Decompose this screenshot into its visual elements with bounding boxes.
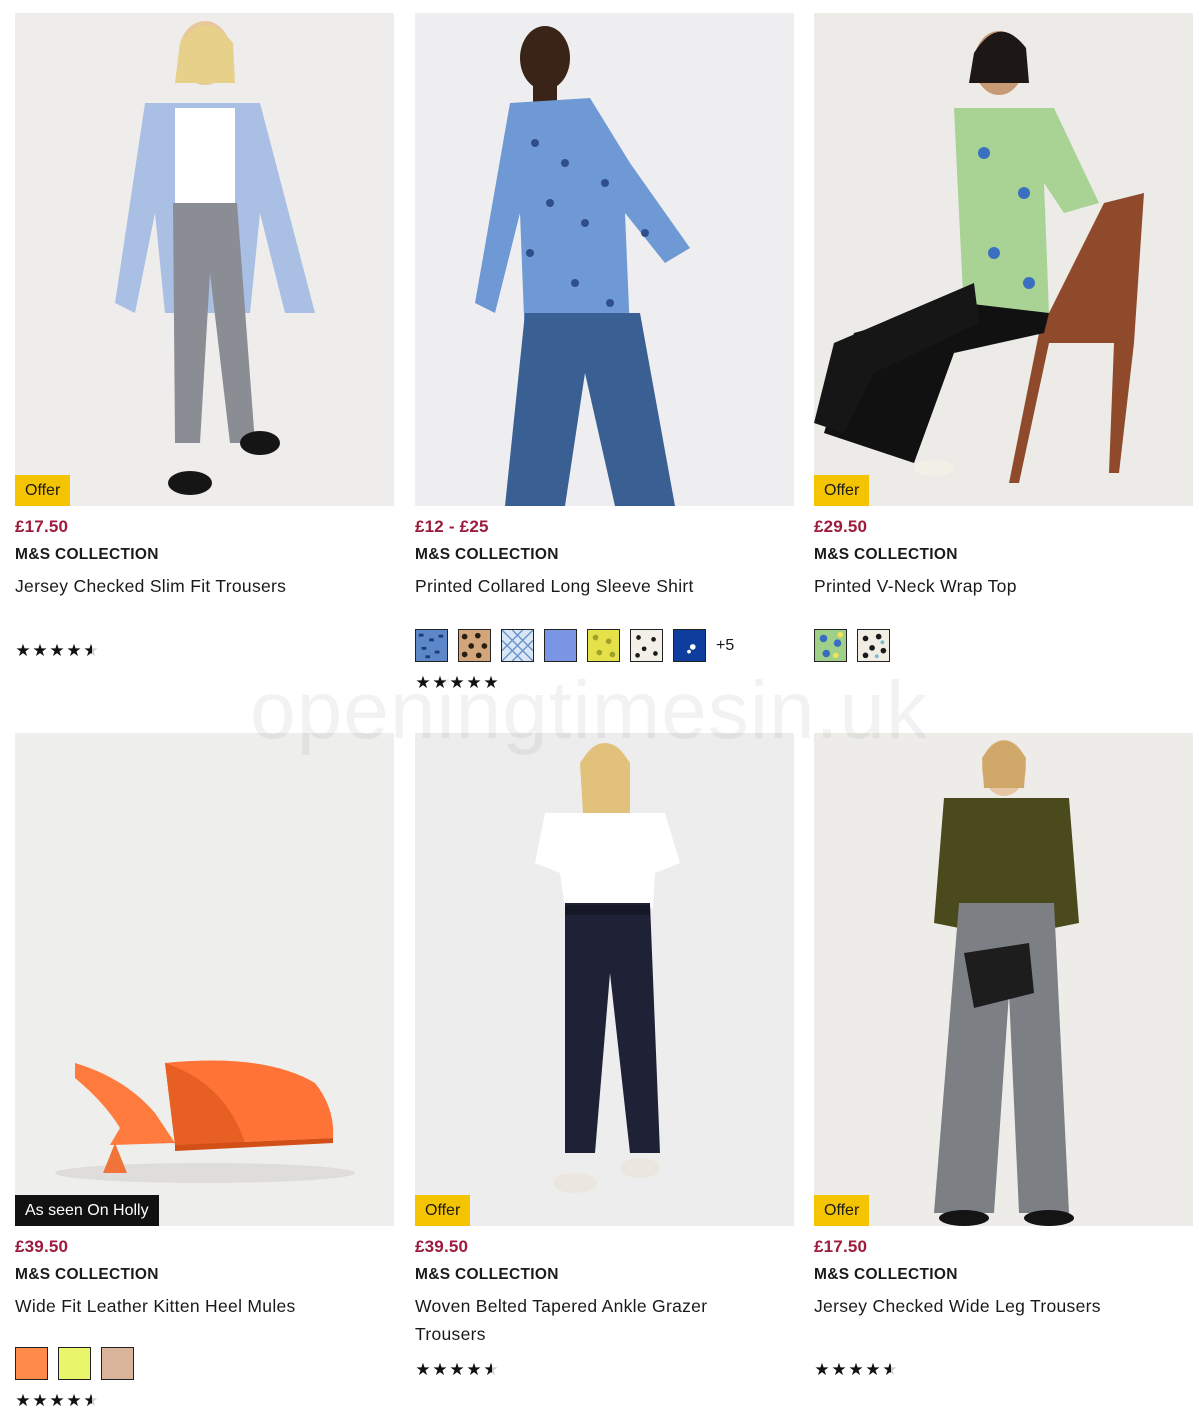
star-icon: ★ (32, 1391, 48, 1410)
star-icon: ★ (415, 673, 431, 692)
model-grazer-trousers-illustration (415, 733, 794, 1226)
product-title[interactable]: Printed Collared Long Sleeve Shirt (415, 572, 794, 600)
product-brand: M&S COLLECTION (814, 546, 958, 563)
product-image[interactable] (415, 13, 794, 506)
mule-shoe-illustration (15, 733, 394, 1226)
swatch-animal-print[interactable] (857, 629, 890, 662)
product-title[interactable]: Printed V-Neck Wrap Top (814, 572, 1193, 600)
product-title[interactable]: Wide Fit Leather Kitten Heel Mules (15, 1292, 394, 1320)
half-star-icon: ★ (882, 1360, 898, 1379)
rating-stars: ★ ★ ★ ★ ★ (814, 1361, 898, 1378)
model-shirt-illustration (415, 13, 794, 506)
star-icon: ★ (32, 641, 48, 660)
swatch-lime[interactable] (58, 1347, 91, 1380)
half-star-icon: ★ (483, 1360, 499, 1379)
product-title[interactable]: Jersey Checked Slim Fit Trousers (15, 572, 394, 600)
star-icon: ★ (466, 1360, 482, 1379)
star-icon: ★ (483, 673, 499, 692)
offer-badge: Offer (814, 1195, 870, 1226)
star-icon: ★ (66, 641, 82, 660)
swatch-orange[interactable] (15, 1347, 48, 1380)
star-icon: ★ (49, 1391, 65, 1410)
product-price: £17.50 (814, 1237, 868, 1256)
product-price: £39.50 (415, 1237, 469, 1256)
offer-badge: Offer (15, 475, 71, 506)
product-image[interactable]: Offer (15, 13, 394, 506)
product-image[interactable]: Offer (814, 13, 1193, 506)
product-price: £17.50 (15, 517, 69, 536)
product-price: £29.50 (814, 517, 868, 536)
product-card[interactable]: As seen On Holly £39.50 M&S COLLECTION W… (15, 733, 394, 1409)
star-icon: ★ (415, 1360, 431, 1379)
swatch-white-polka-dot[interactable] (630, 629, 663, 662)
star-icon: ★ (466, 673, 482, 692)
colour-swatches: +5 (415, 629, 734, 662)
star-icon: ★ (15, 1391, 31, 1410)
swatch-blue-animal-print[interactable] (415, 629, 448, 662)
product-brand: M&S COLLECTION (814, 1266, 958, 1283)
model-trousers-illustration (15, 13, 394, 506)
product-title[interactable]: Jersey Checked Wide Leg Trousers (814, 1292, 1193, 1320)
product-card[interactable]: £12 - £25 M&S COLLECTION Printed Collare… (415, 13, 794, 691)
product-brand: M&S COLLECTION (415, 546, 559, 563)
swatch-beige[interactable] (101, 1347, 134, 1380)
product-card[interactable]: Offer £17.50 M&S COLLECTION Jersey Check… (15, 13, 394, 659)
product-image[interactable]: As seen On Holly (15, 733, 394, 1226)
model-wide-leg-trousers-illustration (814, 733, 1193, 1226)
product-card[interactable]: Offer £17.50 M&S COLLECTION Jersey Check… (814, 733, 1193, 1378)
product-brand: M&S COLLECTION (415, 1266, 559, 1283)
star-icon: ★ (449, 673, 465, 692)
model-wrap-top-illustration (814, 13, 1193, 506)
colour-swatches (15, 1347, 134, 1380)
star-icon: ★ (831, 1360, 847, 1379)
star-icon: ★ (814, 1360, 830, 1379)
product-image[interactable]: Offer (415, 733, 794, 1226)
star-icon: ★ (432, 1360, 448, 1379)
offer-badge: Offer (814, 475, 870, 506)
half-star-icon: ★ (83, 1391, 99, 1410)
product-price: £39.50 (15, 1237, 69, 1256)
rating-stars: ★ ★ ★ ★ ★ (15, 642, 99, 659)
more-colours-link[interactable]: +5 (716, 637, 734, 655)
rating-stars: ★ ★ ★ ★ ★ (15, 1392, 99, 1409)
product-price: £12 - £25 (415, 517, 489, 536)
swatch-blue-check[interactable] (501, 629, 534, 662)
product-image[interactable]: Offer (814, 733, 1193, 1226)
offer-badge: Offer (415, 1195, 471, 1226)
star-icon: ★ (865, 1360, 881, 1379)
swatch-periwinkle-blue[interactable] (544, 629, 577, 662)
colour-swatches (814, 629, 890, 662)
swatch-navy-floral[interactable] (673, 629, 706, 662)
product-title[interactable]: Woven Belted Tapered Ankle Grazer Trouse… (415, 1292, 755, 1348)
swatch-green-floral[interactable] (814, 629, 847, 662)
rating-stars: ★ ★ ★ ★ ★ (415, 1361, 499, 1378)
star-icon: ★ (49, 641, 65, 660)
swatch-yellow-floral[interactable] (587, 629, 620, 662)
swatch-leopard-print[interactable] (458, 629, 491, 662)
rating-stars: ★ ★ ★ ★ ★ (415, 674, 499, 691)
as-seen-on-badge: As seen On Holly (15, 1195, 159, 1226)
half-star-icon: ★ (83, 641, 99, 660)
product-brand: M&S COLLECTION (15, 546, 159, 563)
product-card[interactable]: Offer £29.50 M&S COLLECTION Printed V-Ne… (814, 13, 1193, 662)
star-icon: ★ (449, 1360, 465, 1379)
star-icon: ★ (848, 1360, 864, 1379)
product-card[interactable]: Offer £39.50 M&S COLLECTION Woven Belted… (415, 733, 794, 1378)
star-icon: ★ (66, 1391, 82, 1410)
star-icon: ★ (432, 673, 448, 692)
product-brand: M&S COLLECTION (15, 1266, 159, 1283)
star-icon: ★ (15, 641, 31, 660)
